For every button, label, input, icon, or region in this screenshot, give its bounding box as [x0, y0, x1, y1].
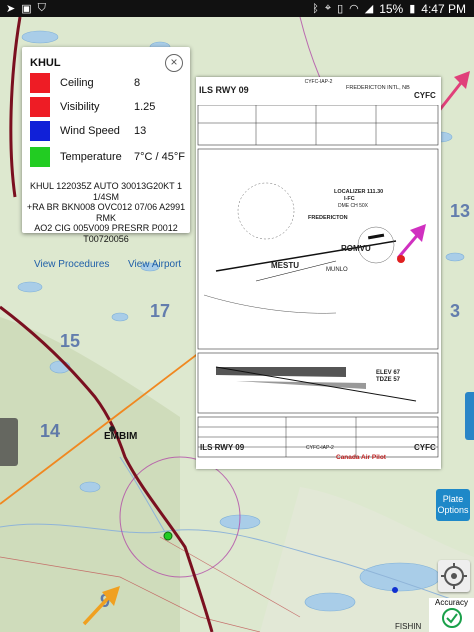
- svg-text:15: 15: [60, 331, 80, 351]
- crosshair-icon: [441, 563, 467, 589]
- temperature-row: Temperature 7°C / 45°F: [30, 147, 190, 167]
- navigation-icon: ➤: [6, 3, 16, 15]
- plate-footer-title: ILS RWY 09: [200, 443, 245, 452]
- view-procedures-button[interactable]: View Procedures: [34, 259, 109, 277]
- wind-speed-label: Wind Speed: [60, 125, 120, 137]
- visibility-label: Visibility: [60, 101, 100, 113]
- bluetooth-icon: ᛒ: [312, 2, 319, 15]
- plate-options-label-line2: Options: [437, 505, 469, 515]
- battery-level: 15%: [379, 1, 404, 16]
- metar-line: T00720056: [83, 233, 129, 244]
- accuracy-target-icon: [441, 608, 462, 628]
- clock: 4:47 PM: [421, 1, 466, 16]
- ceiling-value: 8: [134, 77, 141, 89]
- svg-text:3: 3: [450, 301, 460, 321]
- status-bar: ➤ ▣ ⛉ ᛒ ⌖ ▯ ◠ ◢ 15% ▮ 4:47 PM: [0, 0, 474, 17]
- visibility-status-swatch: [30, 97, 50, 117]
- metar-line: +RA BR BKN008 OVC012 07/06 A2991 RMK: [26, 202, 186, 223]
- plate-ident: CYFC: [414, 91, 436, 100]
- metar-line: KHUL 122035Z AUTO 30013G20KT 1 1/4SM: [30, 181, 182, 202]
- gps-center-button[interactable]: [438, 560, 470, 592]
- shield-icon: ⛉: [37, 2, 46, 14]
- temperature-value: 7°C / 45°F: [134, 151, 185, 163]
- wind-speed-value: 13: [134, 125, 147, 137]
- svg-text:17: 17: [150, 301, 170, 321]
- fix-mestu: MESTU: [271, 261, 299, 270]
- plate-drawing: [197, 105, 439, 458]
- location-icon: ⌖: [324, 2, 332, 14]
- ceiling-row: Ceiling 8: [30, 73, 190, 93]
- weather-info-panel: KHUL × Ceiling 8 Visibility 1.25 Wind Sp…: [22, 47, 190, 270]
- approach-plate[interactable]: CYFC-IAP-2 ILS RWY 09 FREDERICTON INTL, …: [196, 77, 441, 469]
- ceiling-status-swatch: [30, 73, 50, 93]
- plate-footer-brand: Canada Air Pilot: [336, 454, 386, 461]
- wind-status-swatch: [30, 121, 50, 141]
- ceiling-label: Ceiling: [60, 77, 94, 89]
- battery-icon: ▮: [409, 3, 416, 15]
- wifi-icon: ◠: [349, 3, 359, 15]
- right-drawer-handle[interactable]: [465, 392, 474, 440]
- left-drawer-handle[interactable]: [0, 418, 18, 466]
- aircraft-position-marker: [397, 255, 405, 263]
- station-id: KHUL: [30, 57, 61, 69]
- plate-tdze: TDZE 57: [376, 377, 401, 383]
- fix-romvu: ROMVU: [341, 244, 371, 253]
- plate-ifc: I-FC: [344, 196, 355, 202]
- visibility-row: Visibility 1.25: [30, 97, 190, 117]
- accuracy-indicator[interactable]: Accuracy: [429, 598, 474, 632]
- plate-localizer: LOCALIZER 111.30: [334, 189, 384, 195]
- vibrate-icon: ▯: [337, 3, 344, 15]
- plate-elev: ELEV 67: [376, 370, 401, 376]
- svg-text:14: 14: [40, 421, 60, 441]
- view-airport-button[interactable]: View Airport: [128, 259, 181, 277]
- accuracy-label: Accuracy: [435, 598, 468, 607]
- map-label-fishing: FISHIN: [395, 622, 422, 631]
- signal-icon: ◢: [364, 3, 374, 15]
- wind-speed-row: Wind Speed 13: [30, 121, 190, 141]
- temperature-label: Temperature: [60, 151, 122, 163]
- plate-footer-id: CYFC-IAP-2: [306, 445, 334, 451]
- metar-line: AO2 CIG 005V009 PRESRR P0012: [34, 223, 178, 233]
- visibility-value: 1.25: [134, 101, 156, 113]
- plate-options-button[interactable]: Plate Options: [436, 489, 470, 521]
- svg-text:13: 13: [450, 201, 470, 221]
- close-icon[interactable]: ×: [165, 54, 183, 72]
- fix-embim-label: EMBIM: [104, 431, 137, 442]
- temperature-status-swatch: [30, 147, 50, 167]
- fix-munlo: MUNLO: [326, 267, 348, 273]
- plate-fredericton: FREDERICTON: [308, 215, 348, 221]
- orange-arrow-icon: [82, 586, 120, 626]
- gallery-icon: ▣: [21, 3, 32, 15]
- plate-footer-ident: CYFC: [414, 443, 436, 452]
- plate-dme: DME CH 50X: [338, 203, 369, 209]
- plate-location: FREDERICTON INTL, NB: [346, 85, 410, 91]
- metar-text: KHUL 122035Z AUTO 30013G20KT 1 1/4SM +RA…: [26, 181, 186, 244]
- plate-options-label-line1: Plate: [442, 494, 464, 504]
- plate-title: ILS RWY 09: [199, 85, 249, 95]
